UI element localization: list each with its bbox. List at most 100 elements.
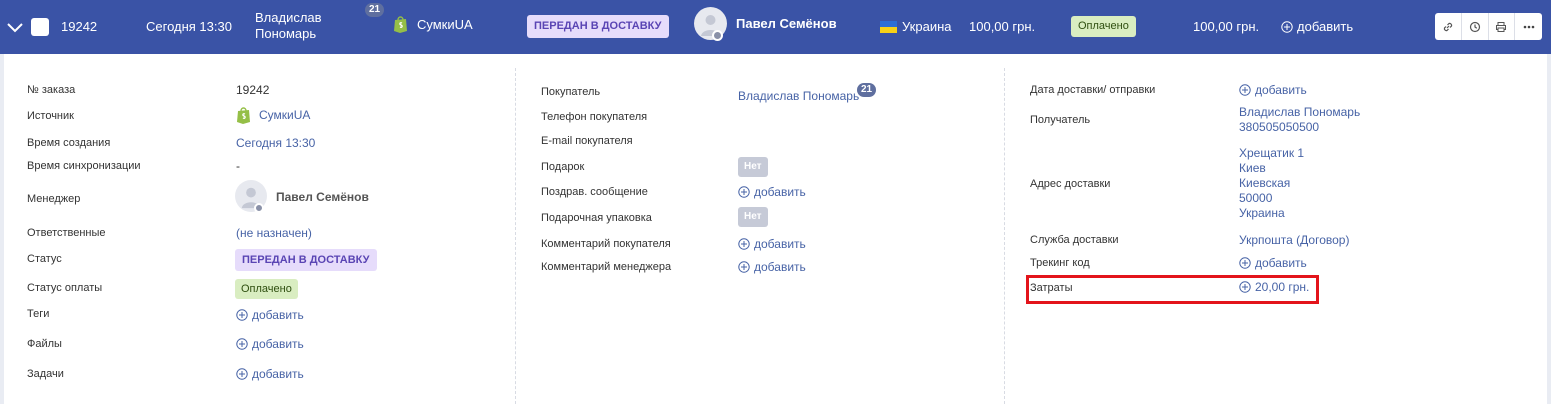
customer-orders-badge: 21 xyxy=(365,3,385,17)
add-buyer-comment-label: добавить xyxy=(754,237,806,251)
created-value[interactable]: Сегодня 13:30 xyxy=(236,136,315,150)
address-value[interactable]: Хрещатик 1 Киев Киевская 50000 Украина xyxy=(1239,146,1304,221)
gift-wrap-toggle[interactable]: Нет xyxy=(738,207,768,227)
recipient-name: Владислав Пономарь xyxy=(1239,105,1361,119)
tasks-label: Задачи xyxy=(27,368,64,380)
tags-label: Теги xyxy=(27,308,50,320)
recipient-phone: 380505050500 xyxy=(1239,120,1320,134)
add-file-label: добавить xyxy=(252,337,304,351)
add-tracking-link[interactable]: добавить xyxy=(1239,256,1307,270)
source-link[interactable]: СумкиUA xyxy=(259,108,310,122)
add-greeting-link[interactable]: добавить xyxy=(738,185,806,199)
add-tag-link[interactable]: добавить xyxy=(236,308,304,322)
add-task-label: добавить xyxy=(252,367,304,381)
header-add-label: добавить xyxy=(1297,19,1354,34)
plus-circle-icon xyxy=(1239,84,1251,96)
gift-wrap-label: Подарочная упаковка xyxy=(541,212,652,224)
gift-toggle[interactable]: Нет xyxy=(738,157,768,177)
source-value[interactable]: СумкиUA xyxy=(236,106,310,124)
buyer-orders-badge: 21 xyxy=(857,83,877,97)
add-manager-comment-link[interactable]: добавить xyxy=(738,260,806,274)
plus-circle-icon xyxy=(738,261,750,273)
history-button[interactable] xyxy=(1462,13,1489,40)
address-line: Киевская xyxy=(1239,176,1291,190)
add-delivery-date-label: добавить xyxy=(1255,83,1307,97)
add-file-link[interactable]: добавить xyxy=(236,337,304,351)
costs-link[interactable]: 20,00 грн. xyxy=(1239,280,1309,294)
order-number-label: № заказа xyxy=(27,84,76,96)
country: Украина xyxy=(902,19,952,34)
delivery-service-value[interactable]: Укрпошта (Договор) xyxy=(1239,233,1349,247)
shop-name[interactable]: СумкиUA xyxy=(417,17,473,33)
manager-label: Менеджер xyxy=(27,193,81,205)
shopify-bag-icon xyxy=(237,107,250,124)
address-line: Киев xyxy=(1239,161,1266,175)
select-checkbox[interactable] xyxy=(31,18,49,36)
manager-comment-label: Комментарий менеджера xyxy=(541,261,672,273)
address-line: 50000 xyxy=(1239,191,1273,205)
recipient-value[interactable]: Владислав Пономарь 380505050500 xyxy=(1239,105,1360,135)
plus-circle-icon xyxy=(738,238,750,250)
add-delivery-date-link[interactable]: добавить xyxy=(1239,83,1307,97)
plus-circle-icon xyxy=(236,338,248,350)
address-line: Хрещатик 1 xyxy=(1239,146,1305,160)
print-button[interactable] xyxy=(1489,13,1516,40)
print-icon xyxy=(1496,21,1507,32)
customer-last-name: Пономарь xyxy=(255,26,317,41)
add-buyer-comment-link[interactable]: добавить xyxy=(738,237,806,251)
link-icon xyxy=(1443,22,1453,31)
plus-circle-icon xyxy=(236,309,248,321)
buyer-comment-label: Комментарий покупателя xyxy=(541,238,671,250)
presence-dot-icon xyxy=(712,30,723,41)
add-task-link[interactable]: добавить xyxy=(236,367,304,381)
manager-value[interactable]: Павел Семёнов xyxy=(276,190,369,204)
shopify-bag-icon xyxy=(394,16,407,33)
column-divider xyxy=(515,68,516,404)
header-add-link[interactable]: добавить xyxy=(1281,19,1353,35)
order-total: 100,00 грн. xyxy=(1193,19,1260,34)
sync-value: - xyxy=(236,159,240,173)
created-label: Время создания xyxy=(27,137,111,149)
manager-name[interactable]: Павел Семёнов xyxy=(736,16,837,32)
costs-value: 20,00 грн. xyxy=(1255,280,1310,294)
plus-circle-icon xyxy=(1239,281,1251,293)
plus-circle-icon xyxy=(1281,21,1293,33)
payment-status-badge[interactable]: Оплачено xyxy=(235,279,298,299)
tracking-label: Трекинг код xyxy=(1030,257,1090,269)
order-number-value: 19242 xyxy=(236,83,270,97)
phone-label: Телефон покупателя xyxy=(541,111,648,123)
order-created: Сегодня 13:30 xyxy=(146,19,232,34)
more-button[interactable] xyxy=(1515,13,1542,40)
copy-link-button[interactable] xyxy=(1435,13,1462,40)
chevron-down-icon[interactable] xyxy=(6,19,24,37)
order-sum: 100,00 грн. xyxy=(969,19,1036,34)
toolbar xyxy=(1435,13,1542,40)
gift-label: Подарок xyxy=(541,161,585,173)
column-divider xyxy=(1004,68,1005,404)
status-badge[interactable]: ПЕРЕДАН В ДОСТАВКУ xyxy=(235,249,377,271)
source-label: Источник xyxy=(27,110,74,122)
payment-status-label: Статус оплаты xyxy=(27,282,103,294)
add-tracking-label: добавить xyxy=(1255,256,1307,270)
customer-name[interactable]: Владислав Пономарь xyxy=(255,10,322,42)
more-icon xyxy=(1523,25,1534,28)
sync-label: Время синхронизации xyxy=(27,160,141,172)
delivery-service-label: Служба доставки xyxy=(1030,234,1119,246)
recipient-label: Получатель xyxy=(1030,114,1091,126)
plus-circle-icon xyxy=(236,368,248,380)
address-label: Адрес доставки xyxy=(1030,178,1111,190)
order-number: 19242 xyxy=(61,19,98,34)
status-badge[interactable]: ПЕРЕДАН В ДОСТАВКУ xyxy=(527,15,669,38)
responsible-value[interactable]: (не назначен) xyxy=(236,226,312,240)
delivery-date-label: Дата доставки/ отправки xyxy=(1030,84,1156,96)
order-header: 19242 Сегодня 13:30 Владислав Пономарь 2… xyxy=(0,0,1551,54)
status-label: Статус xyxy=(27,253,62,265)
address-line: Украина xyxy=(1239,206,1285,220)
buyer-link[interactable]: Владислав Пономарь xyxy=(738,89,859,103)
plus-circle-icon xyxy=(738,186,750,198)
greeting-label: Поздрав. сообщение xyxy=(541,186,648,198)
customer-first-name: Владислав xyxy=(255,10,322,25)
payment-status-badge[interactable]: Оплачено xyxy=(1071,16,1136,37)
email-label: E-mail покупателя xyxy=(541,135,633,147)
ukraine-flag-icon xyxy=(880,21,897,33)
